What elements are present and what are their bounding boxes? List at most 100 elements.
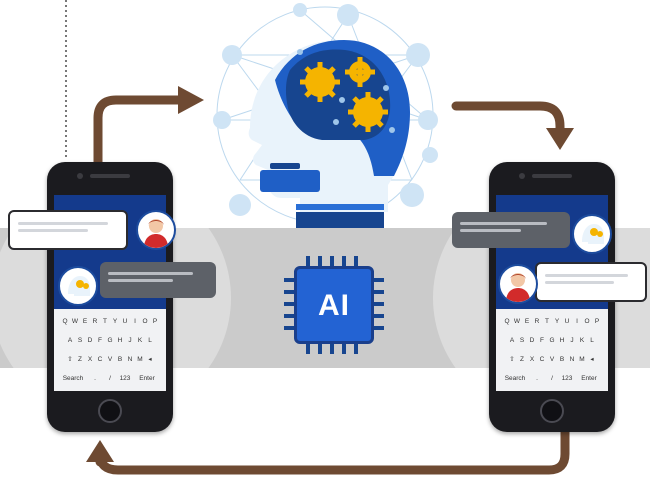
- key[interactable]: Q: [61, 316, 70, 328]
- text-line: [108, 279, 173, 282]
- key[interactable]: C: [96, 354, 105, 366]
- key[interactable]: I: [131, 316, 140, 328]
- arrow-head-down: [546, 128, 574, 150]
- keyboard-row-2: A S D F G H J K L: [496, 331, 608, 350]
- key[interactable]: Y: [553, 316, 562, 328]
- key[interactable]: Z: [76, 354, 85, 366]
- shift-key[interactable]: ⇧: [508, 354, 517, 366]
- key[interactable]: A: [66, 335, 75, 347]
- search-key[interactable]: Search: [501, 373, 529, 385]
- key[interactable]: /: [545, 373, 559, 385]
- key[interactable]: B: [116, 354, 125, 366]
- search-key[interactable]: Search: [59, 373, 87, 385]
- key[interactable]: M: [578, 354, 587, 366]
- key[interactable]: D: [528, 335, 537, 347]
- speaker-grille: [532, 174, 572, 178]
- key[interactable]: Y: [111, 316, 120, 328]
- key[interactable]: C: [538, 354, 547, 366]
- key[interactable]: V: [548, 354, 557, 366]
- key[interactable]: S: [518, 335, 527, 347]
- woman-avatar-icon: [136, 210, 176, 250]
- key[interactable]: N: [568, 354, 577, 366]
- text-line: [108, 272, 193, 275]
- backspace-key[interactable]: ◂: [146, 354, 155, 366]
- key[interactable]: V: [106, 354, 115, 366]
- key[interactable]: U: [563, 316, 572, 328]
- camera-icon: [77, 173, 83, 179]
- key[interactable]: K: [578, 335, 587, 347]
- key[interactable]: D: [86, 335, 95, 347]
- key[interactable]: E: [81, 316, 90, 328]
- key[interactable]: Z: [518, 354, 527, 366]
- robot-head-avatar-icon: [58, 266, 98, 306]
- key[interactable]: U: [121, 316, 130, 328]
- woman-avatar-icon: [498, 264, 538, 304]
- enter-key[interactable]: Enter: [133, 373, 161, 385]
- camera-icon: [519, 173, 525, 179]
- text-line: [460, 229, 522, 232]
- key[interactable]: J: [126, 335, 135, 347]
- keyboard-row-3: ⇧ Z X C V B N M ◂: [496, 350, 608, 369]
- numbers-key[interactable]: 123: [560, 373, 574, 385]
- key[interactable]: M: [136, 354, 145, 366]
- key[interactable]: O: [141, 316, 150, 328]
- key[interactable]: .: [88, 373, 102, 385]
- key[interactable]: K: [136, 335, 145, 347]
- key[interactable]: L: [588, 335, 597, 347]
- key[interactable]: .: [530, 373, 544, 385]
- chat-bubble-bot: [452, 212, 570, 248]
- home-button[interactable]: [98, 399, 122, 423]
- key[interactable]: F: [538, 335, 547, 347]
- numbers-key[interactable]: 123: [118, 373, 132, 385]
- keyboard-row-3: ⇧ Z X C V B N M ◂: [54, 350, 166, 369]
- key[interactable]: R: [533, 316, 542, 328]
- key[interactable]: H: [558, 335, 567, 347]
- key[interactable]: T: [101, 316, 110, 328]
- right-keyboard[interactable]: Q W E R T Y U I O P A S D F G H J K L ⇧ …: [496, 309, 608, 391]
- key[interactable]: R: [91, 316, 100, 328]
- key[interactable]: F: [96, 335, 105, 347]
- key[interactable]: W: [71, 316, 80, 328]
- key[interactable]: I: [573, 316, 582, 328]
- key[interactable]: W: [513, 316, 522, 328]
- enter-key[interactable]: Enter: [575, 373, 603, 385]
- key[interactable]: T: [543, 316, 552, 328]
- shift-key[interactable]: ⇧: [66, 354, 75, 366]
- key[interactable]: P: [593, 316, 602, 328]
- key[interactable]: E: [523, 316, 532, 328]
- key[interactable]: /: [103, 373, 117, 385]
- backspace-key[interactable]: ◂: [588, 354, 597, 366]
- ai-chip-icon: AI: [294, 266, 374, 344]
- key[interactable]: O: [583, 316, 592, 328]
- key[interactable]: G: [106, 335, 115, 347]
- key[interactable]: N: [126, 354, 135, 366]
- key[interactable]: B: [558, 354, 567, 366]
- key[interactable]: J: [568, 335, 577, 347]
- key[interactable]: X: [86, 354, 95, 366]
- arrow-ai-to-right: [451, 101, 565, 135]
- home-button[interactable]: [540, 399, 564, 423]
- keyboard-row-2: A S D F G H J K L: [54, 331, 166, 350]
- key[interactable]: P: [151, 316, 160, 328]
- key[interactable]: H: [116, 335, 125, 347]
- keyboard-row-4: Search . / 123 Enter: [54, 369, 166, 388]
- arrow-head-right: [178, 86, 204, 114]
- speaker-grille: [90, 174, 130, 178]
- left-keyboard[interactable]: Q W E R T Y U I O P A S D F G H J K L ⇧ …: [54, 309, 166, 391]
- text-line: [545, 274, 628, 277]
- key[interactable]: Q: [503, 316, 512, 328]
- chat-bubble-user: [535, 262, 647, 302]
- key[interactable]: A: [508, 335, 517, 347]
- keyboard-row-4: Search . / 123 Enter: [496, 369, 608, 388]
- text-line: [18, 229, 88, 232]
- keyboard-row-1: Q W E R T Y U I O P: [54, 312, 166, 331]
- text-line: [545, 281, 614, 284]
- keyboard-row-1: Q W E R T Y U I O P: [496, 312, 608, 331]
- key[interactable]: S: [76, 335, 85, 347]
- chat-bubble-bot: [100, 262, 216, 298]
- key[interactable]: L: [146, 335, 155, 347]
- key[interactable]: X: [528, 354, 537, 366]
- chat-bubble-user: [8, 210, 128, 250]
- key[interactable]: G: [548, 335, 557, 347]
- robot-head-avatar-icon: [572, 214, 612, 254]
